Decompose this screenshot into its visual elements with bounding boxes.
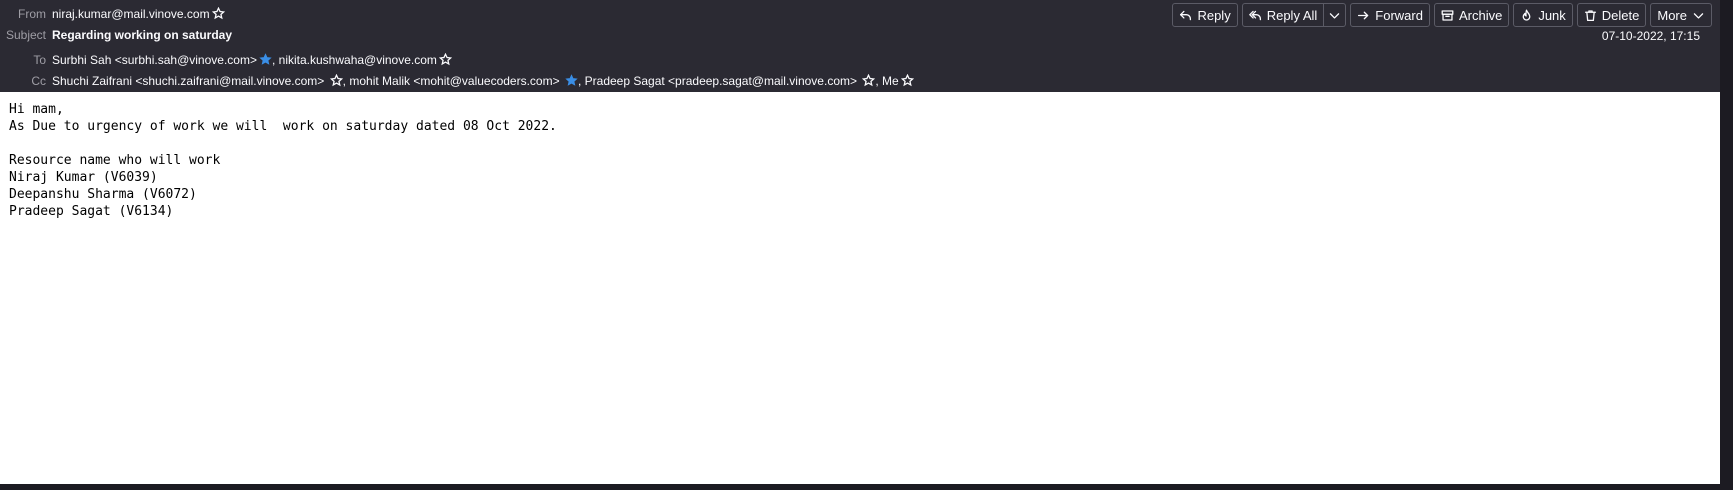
junk-label: Junk <box>1538 7 1566 23</box>
separator: , <box>342 74 346 88</box>
body-line: Resource name who will work <box>9 153 221 168</box>
separator: , <box>875 74 879 88</box>
body-line: Hi mam, <box>9 102 64 117</box>
body-line: Niraj Kumar (V6039) <box>9 170 158 185</box>
reply-all-icon <box>1248 10 1261 20</box>
chevron-down-icon <box>1330 12 1340 19</box>
reply-label: Reply <box>1197 7 1231 23</box>
star-outline-icon[interactable] <box>900 74 914 87</box>
delete-button[interactable]: Delete <box>1576 3 1647 27</box>
separator: , <box>577 74 582 88</box>
to-recipient-1[interactable]: Surbhi Sah <surbhi.sah@vinove.com> <box>52 53 257 67</box>
body-line <box>9 135 1711 152</box>
reply-button[interactable]: Reply <box>1172 3 1238 27</box>
reply-all-button[interactable]: Reply All <box>1241 3 1325 27</box>
reply-all-split: Reply All <box>1241 3 1347 27</box>
to-row: To Surbhi Sah <surbhi.sah@vinove.com>, ni… <box>0 50 452 70</box>
junk-flame-icon <box>1522 9 1531 21</box>
from-address[interactable]: niraj.kumar@mail.vinove.com <box>52 7 210 21</box>
more-label: More <box>1657 7 1687 23</box>
forward-label: Forward <box>1375 7 1423 23</box>
subject-row: Subject Regarding working on saturday <box>0 25 232 45</box>
archive-icon <box>1441 9 1454 21</box>
star-outline-icon[interactable] <box>862 74 876 87</box>
message-body: Hi mam, As Due to urgency of work we wil… <box>0 92 1720 484</box>
to-label: To <box>33 53 46 67</box>
star-outline-icon[interactable] <box>211 7 225 20</box>
reply-icon <box>1180 10 1192 20</box>
star-outline-icon[interactable] <box>329 74 343 87</box>
junk-button[interactable]: Junk <box>1513 3 1573 27</box>
subject-label: Subject <box>5 28 46 42</box>
window-scrollbar[interactable] <box>1720 0 1733 490</box>
star-filled-icon[interactable] <box>259 53 272 66</box>
star-outline-icon[interactable] <box>438 53 452 66</box>
more-button[interactable]: More <box>1650 3 1712 27</box>
chevron-down-icon <box>1693 12 1704 19</box>
from-label: From <box>18 7 46 21</box>
star-filled-icon[interactable] <box>565 74 578 87</box>
cc-recipient-3[interactable]: Pradeep Sagat <pradeep.sagat@mail.vinove… <box>585 74 857 88</box>
reply-all-dropdown-button[interactable] <box>1324 3 1347 27</box>
to-recipient-2[interactable]: nikita.kushwaha@vinove.com <box>279 53 437 67</box>
subject-text: Regarding working on saturday <box>52 28 233 42</box>
body-line: As Due to urgency of work we will work o… <box>9 119 557 134</box>
cc-recipient-4[interactable]: Me <box>882 74 899 88</box>
message-header: From niraj.kumar@mail.vinove.com Subject R… <box>0 0 1720 92</box>
forward-button[interactable]: Forward <box>1350 3 1430 27</box>
cc-label: Cc <box>31 74 46 88</box>
cc-recipient-1[interactable]: Shuchi Zaifrani <shuchi.zaifrani@mail.vi… <box>52 74 324 88</box>
cc-recipient-2[interactable]: mohit Malik <mohit@valuecoders.com> <box>349 74 559 88</box>
archive-button[interactable]: Archive <box>1433 3 1510 27</box>
from-row: From niraj.kumar@mail.vinove.com <box>0 4 225 24</box>
cc-row: Cc Shuchi Zaifrani <shuchi.zaifrani@mail.… <box>0 71 914 91</box>
separator: , <box>271 53 276 67</box>
reply-all-label: Reply All <box>1266 7 1318 23</box>
message-date: 07-10-2022, 17:15 <box>1601 29 1700 43</box>
body-line: Pradeep Sagat (V6134) <box>9 204 174 219</box>
trash-icon <box>1584 9 1596 21</box>
delete-label: Delete <box>1601 7 1640 23</box>
archive-label: Archive <box>1458 7 1503 23</box>
forward-icon <box>1358 11 1369 19</box>
message-toolbar: Reply Reply All Forward Archive Junk Del… <box>1172 3 1712 27</box>
body-line: Deepanshu Sharma (V6072) <box>9 187 197 202</box>
